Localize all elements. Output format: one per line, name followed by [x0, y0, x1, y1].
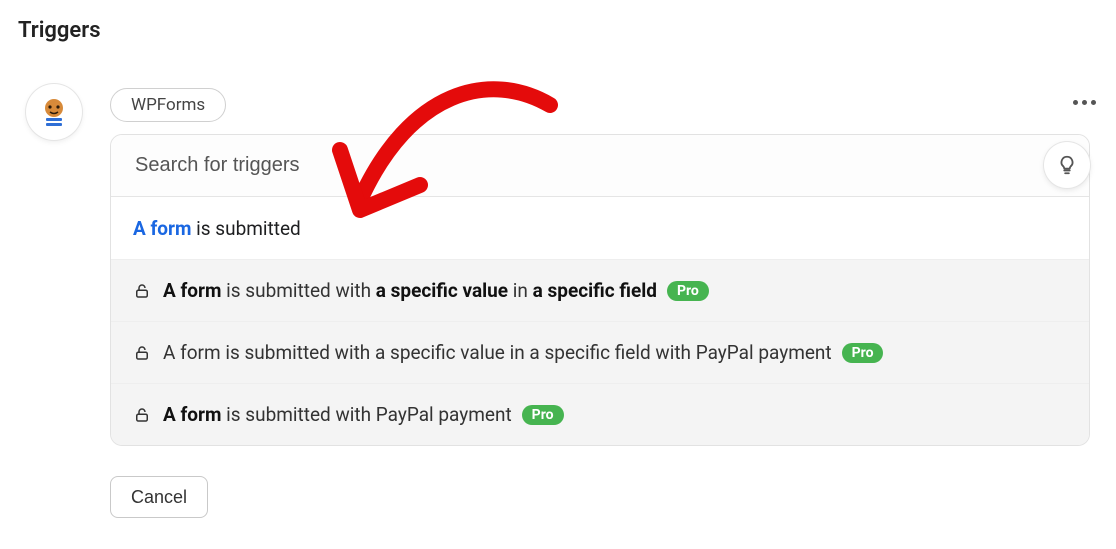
trigger-panel: A form is submitted A form is submitted w… [110, 134, 1090, 446]
search-bar [111, 135, 1089, 197]
trigger-row-0[interactable]: A form is submitted [111, 197, 1089, 259]
trigger-row-3[interactable]: A form is submitted with PayPal payment P… [111, 383, 1089, 445]
trigger-row-1[interactable]: A form is submitted with a specific valu… [111, 259, 1089, 321]
lock-icon [133, 344, 151, 362]
lock-icon [133, 406, 151, 424]
pro-badge: Pro [667, 281, 709, 301]
trigger-row-label: A form is submitted with a specific valu… [163, 341, 832, 364]
integration-avatar [26, 84, 82, 140]
trigger-row-label: A form is submitted with PayPal payment [163, 403, 512, 426]
pro-badge: Pro [842, 343, 884, 363]
more-options-button[interactable] [1073, 90, 1096, 114]
integration-tag[interactable]: WPForms [110, 88, 226, 122]
lock-icon [133, 282, 151, 300]
cancel-button[interactable]: Cancel [110, 476, 208, 518]
search-input[interactable] [133, 153, 1067, 178]
hint-button[interactable] [1044, 142, 1090, 188]
trigger-row-2[interactable]: A form is submitted with a specific valu… [111, 321, 1089, 383]
wpforms-logo-icon [37, 95, 71, 129]
trigger-row-label: A form is submitted [133, 217, 301, 240]
pro-badge: Pro [522, 405, 564, 425]
page-title: Triggers [18, 18, 101, 43]
trigger-row-label: A form is submitted with a specific valu… [163, 279, 657, 302]
lightbulb-icon [1056, 154, 1078, 176]
